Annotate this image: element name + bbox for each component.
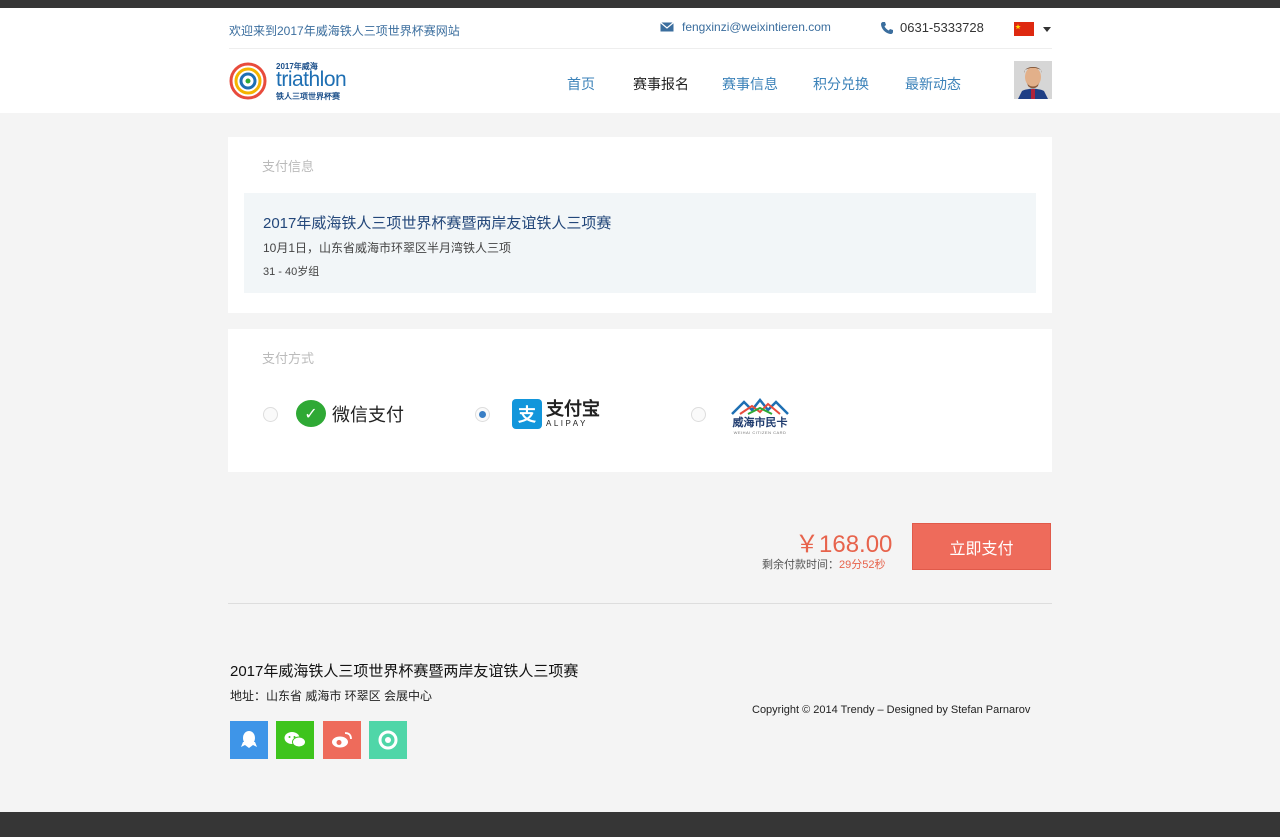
weihai-card-option[interactable]: 威海市民卡 WEIHAI CITIZEN CARD <box>725 398 795 435</box>
phone-text: 0631-5333728 <box>900 20 984 35</box>
language-dropdown-icon[interactable] <box>1043 27 1051 32</box>
logo-subtitle: 铁人三项世界杯赛 <box>276 92 340 101</box>
pay-now-button[interactable]: 立即支付 <box>912 523 1051 570</box>
email-text: fengxinzi@weixintieren.com <box>682 20 831 34</box>
footer-divider <box>228 603 1052 604</box>
user-avatar[interactable] <box>1014 61 1052 99</box>
timer-label: 剩余付款时间： <box>762 559 839 571</box>
event-age-group: 31 - 40岁组 <box>263 266 320 278</box>
moments-share-button[interactable] <box>369 721 407 759</box>
site-logo[interactable]: 2017年威海 triathlon 铁人三项世界杯赛 <box>228 60 358 102</box>
qq-icon <box>241 731 257 748</box>
weibo-share-button[interactable] <box>323 721 361 759</box>
header-divider <box>229 48 1052 49</box>
weihai-card-label: 威海市民卡 <box>732 417 788 429</box>
wechat-share-button[interactable] <box>276 721 314 759</box>
mail-icon <box>660 22 674 32</box>
order-price: ￥168.00 <box>795 531 893 558</box>
language-flag-icon[interactable] <box>1014 22 1034 36</box>
event-date-location: 10月1日，山东省威海市环翠区半月湾铁人三项 <box>263 241 512 255</box>
payment-info-card: 支付信息 2017年威海铁人三项世界杯赛暨两岸友谊铁人三项赛 10月1日，山东省… <box>228 137 1052 313</box>
footer-address: 地址：山东省 威海市 环翠区 会展中心 <box>230 689 433 703</box>
top-dark-bar <box>0 0 1280 8</box>
nav-points[interactable]: 积分兑换 <box>813 74 869 94</box>
event-summary: 2017年威海铁人三项世界杯赛暨两岸友谊铁人三项赛 10月1日，山东省威海市环翠… <box>244 193 1036 293</box>
alipay-sublabel: ALIPAY <box>546 419 588 428</box>
moments-icon <box>378 730 398 750</box>
china-flag-icon <box>1014 22 1034 36</box>
contact-email[interactable]: fengxinzi@weixintieren.com <box>660 20 831 34</box>
wechat-pay-label: 微信支付 <box>332 404 404 425</box>
avatar-image <box>1014 61 1052 99</box>
nav-registration[interactable]: 赛事报名 <box>633 74 689 94</box>
weibo-icon <box>332 732 352 748</box>
alipay-icon: 支 <box>512 399 542 429</box>
alipay-radio[interactable] <box>475 407 490 422</box>
logo-name: triathlon <box>276 68 347 91</box>
timer-value: 29分52秒 <box>839 559 886 571</box>
wechat-pay-option[interactable]: ✓ 微信支付 <box>296 400 404 427</box>
qq-share-button[interactable] <box>230 721 268 759</box>
wechat-pay-radio[interactable] <box>263 407 278 422</box>
wechat-pay-icon: ✓ <box>296 400 326 427</box>
copyright-text: Copyright © 2014 Trendy – Designed by St… <box>752 704 1031 716</box>
weihai-card-radio[interactable] <box>691 407 706 422</box>
weihai-card-sublabel: WEIHAI CITIZEN CARD <box>733 430 787 435</box>
nav-news[interactable]: 最新动态 <box>905 74 961 94</box>
alipay-option[interactable]: 支 支付宝 ALIPAY <box>512 399 600 429</box>
phone-icon <box>881 21 893 34</box>
nav-event-info[interactable]: 赛事信息 <box>722 74 778 94</box>
alipay-label: 支付宝 <box>546 399 600 419</box>
footer-title: 2017年威海铁人三项世界杯赛暨两岸友谊铁人三项赛 <box>230 663 579 680</box>
site-header: 欢迎来到2017年威海铁人三项世界杯赛网站 fengxinzi@weixinti… <box>0 8 1280 113</box>
nav-home[interactable]: 首页 <box>567 74 595 94</box>
payment-method-title: 支付方式 <box>262 351 315 366</box>
payment-timer: 剩余付款时间：29分52秒 <box>762 556 885 572</box>
payment-method-card: 支付方式 ✓ 微信支付 支 支付宝 ALIPAY 威海市民卡 WEIHAI CI… <box>228 329 1052 472</box>
payment-info-title: 支付信息 <box>262 159 315 174</box>
triathlon-logo-icon <box>229 62 267 100</box>
wechat-icon <box>284 732 306 748</box>
event-name: 2017年威海铁人三项世界杯赛暨两岸友谊铁人三项赛 <box>263 215 612 232</box>
welcome-text: 欢迎来到2017年威海铁人三项世界杯赛网站 <box>229 24 460 38</box>
contact-phone[interactable]: 0631-5333728 <box>880 20 984 35</box>
bottom-dark-bar <box>0 812 1280 837</box>
